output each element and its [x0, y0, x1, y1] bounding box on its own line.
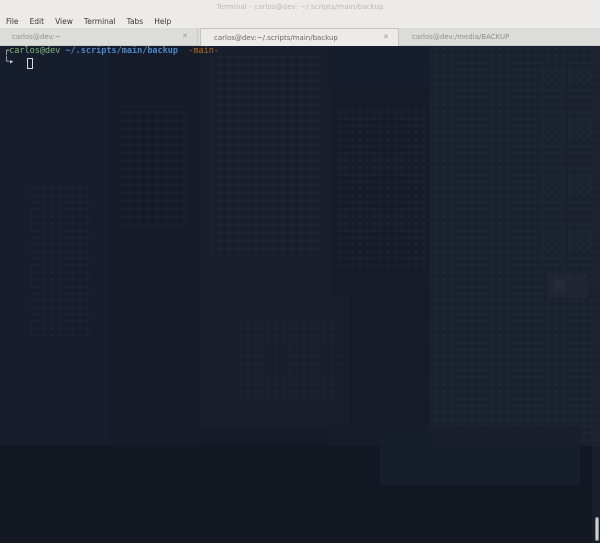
menu-view[interactable]: View	[55, 17, 73, 26]
terminal-window: Terminal - carlos@dev: ~/.scripts/main/b…	[0, 0, 600, 543]
tab-label: carlos@dev:~/.scripts/main/backup	[214, 33, 338, 42]
tab-media-backup[interactable]: carlos@dev:/media/BACKUP	[400, 28, 600, 45]
scrollbar-thumb[interactable]	[595, 517, 599, 541]
window-title: Terminal - carlos@dev: ~/.scripts/main/b…	[216, 3, 384, 11]
tab-backup-active[interactable]: carlos@dev:~/.scripts/main/backup ✕	[200, 28, 399, 46]
prompt-path: ~/.scripts/main/backup	[65, 46, 179, 56]
tab-label: carlos@dev:~	[12, 32, 61, 41]
prompt-git-branch: -main-	[188, 46, 219, 56]
prompt-line: ┌carlos@dev ~/.scripts/main/backup -main…	[4, 46, 219, 57]
tab-bar: carlos@dev:~ ✕ carlos@dev:~/.scripts/mai…	[0, 28, 600, 46]
tab-home[interactable]: carlos@dev:~ ✕	[0, 28, 198, 45]
menu-terminal[interactable]: Terminal	[84, 17, 116, 26]
scrollbar[interactable]	[592, 46, 600, 543]
close-icon[interactable]: ✕	[383, 33, 389, 41]
menu-tabs[interactable]: Tabs	[127, 17, 144, 26]
menu-help[interactable]: Help	[154, 17, 171, 26]
background-wallpaper: 百	[0, 46, 600, 543]
menu-file[interactable]: File	[6, 17, 19, 26]
text-cursor	[27, 58, 33, 69]
menu-bar: File Edit View Terminal Tabs Help	[0, 14, 600, 28]
terminal-area[interactable]: 百 ┌carlos@dev ~/.scripts/main/backup -ma…	[0, 46, 600, 543]
prompt-second-line: └▸	[4, 57, 15, 67]
title-bar[interactable]: Terminal - carlos@dev: ~/.scripts/main/b…	[0, 0, 600, 14]
prompt-user-host: carlos@dev	[9, 46, 61, 56]
tab-label: carlos@dev:/media/BACKUP	[412, 32, 510, 41]
menu-edit[interactable]: Edit	[30, 17, 45, 26]
close-icon[interactable]: ✕	[182, 32, 188, 40]
